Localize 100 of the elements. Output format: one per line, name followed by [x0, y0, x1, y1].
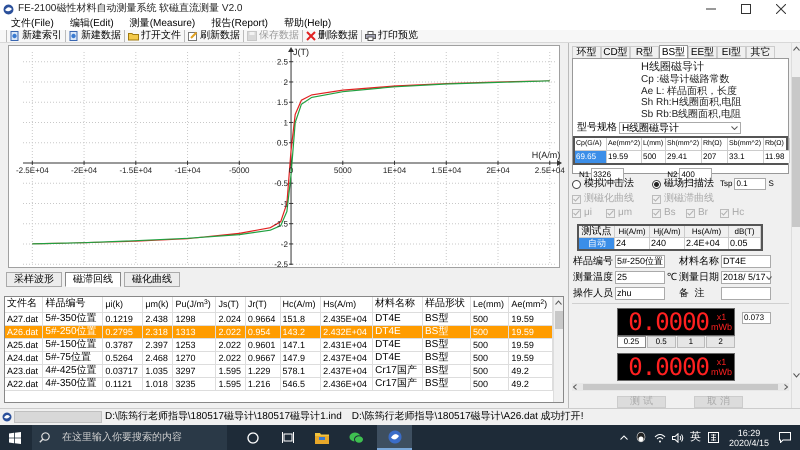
folder-icon[interactable] — [315, 432, 329, 444]
table-row[interactable]: A27.dat 5#-350位置 0.1219 2.438 1298 2.024 0.9664 151.8 2.435E+04 DT4E BS型 500 19.59 — [5, 312, 552, 325]
param-cell[interactable]: 11.98 — [764, 150, 790, 163]
model-dropdown[interactable]: H线圈磁导计 — [619, 122, 741, 134]
tab[interactable]: 磁化曲线 — [124, 272, 180, 287]
column-header[interactable]: 材料名称 — [372, 297, 422, 312]
table-row[interactable]: A22.dat 4#-350位置 0.1121 1.018 3235 1.595 1.216 546.5 2.436E+04 Cr17国产 BS型 500 49.2 — [5, 377, 552, 390]
toolbar-button[interactable]: 新建数据 — [65, 30, 124, 42]
keyboard-icon[interactable] — [708, 432, 719, 443]
input-field[interactable]: zhu — [615, 287, 665, 300]
column-header[interactable]: 文件名 — [5, 297, 43, 312]
scroll-left-icon[interactable] — [573, 384, 577, 390]
chevron-up-icon[interactable] — [620, 435, 628, 440]
toolbar-button[interactable]: 打开文件 — [124, 30, 184, 42]
param-cell[interactable]: 207 — [702, 150, 728, 163]
range-button[interactable]: 0.5 — [646, 336, 676, 348]
range-button[interactable]: 1 — [676, 336, 706, 348]
column-header[interactable]: 样品形状 — [422, 297, 470, 312]
table-row[interactable]: A24.dat 5#-75位置 0.5264 2.468 1270 2.022 0.9667 147.9 2.437E+04 DT4E BS型 500 19.59 — [5, 351, 552, 364]
app-icon — [388, 430, 402, 444]
input-field[interactable]: 0.1 — [734, 178, 766, 190]
column-header[interactable]: Hc(A/m) — [280, 297, 321, 312]
scroll-thumb[interactable] — [554, 311, 562, 329]
column-header[interactable]: 样品编号 — [42, 297, 103, 312]
table-cell: 3297 — [172, 364, 216, 377]
table-cell: 0.954 — [245, 325, 280, 338]
close-icon[interactable] — [776, 4, 786, 14]
column-header[interactable]: μm(k) — [142, 297, 173, 312]
radio-button[interactable]: 磁场扫描法 — [652, 178, 720, 190]
test-cell[interactable]: 24 — [615, 237, 650, 250]
wifi-icon[interactable] — [654, 432, 666, 442]
scroll-right-icon[interactable] — [784, 384, 788, 390]
tab[interactable]: 磁滞回线 — [65, 272, 121, 287]
toolbar-button[interactable]: 新建索引 — [6, 30, 65, 42]
scrollbar[interactable] — [791, 43, 800, 408]
toolbar-button[interactable]: 刷新数据 — [184, 30, 243, 42]
menu-item[interactable]: 测量(Measure) — [130, 18, 196, 30]
search-field[interactable]: 在这里输入你要搜索的内容 — [32, 425, 227, 450]
table-cell: A27.dat — [5, 312, 43, 325]
table-row[interactable]: A23.dat 4#-425位置 0.03717 1.035 3297 1.595 1.229 578.1 2.437E+04 Cr17国产 BS型 500 49.2 — [5, 364, 552, 377]
scroll-up-icon[interactable] — [792, 46, 800, 51]
tab[interactable]: EI型 — [717, 46, 746, 58]
tick-label: 1 — [284, 118, 288, 128]
test-cell[interactable]: 2.4E+04 — [685, 237, 729, 250]
range-button[interactable]: 0.25 — [617, 336, 646, 348]
tab[interactable]: 采样波形 — [6, 272, 62, 287]
task-view-icon[interactable] — [282, 432, 294, 443]
scrollbar[interactable] — [553, 297, 563, 402]
clock-date[interactable]: 2020/4/15 — [728, 438, 769, 448]
notification-icon[interactable] — [779, 432, 791, 443]
column-header[interactable]: Pu(J/m$^{3}$) — [172, 297, 216, 312]
tab[interactable]: EE型 — [688, 46, 717, 58]
taskbar-app-button[interactable] — [377, 425, 412, 450]
test-cell[interactable]: 240 — [650, 237, 685, 250]
table-cell: BS型 — [422, 325, 470, 338]
chat-icon[interactable] — [349, 432, 364, 444]
scroll-thumb[interactable] — [792, 77, 800, 227]
column-header[interactable]: Jr(T) — [245, 297, 280, 312]
param-cell[interactable]: 33.1 — [728, 150, 764, 163]
column-header[interactable]: Js(T) — [216, 297, 246, 312]
input-field[interactable]: DT4E — [721, 255, 771, 268]
tick-label: 1.5E+04 — [431, 166, 462, 175]
scrollbar[interactable] — [572, 383, 789, 391]
menu-item[interactable]: 报告(Report) — [211, 18, 268, 30]
toolbar-button[interactable]: 删除数据 — [302, 30, 361, 42]
input-field[interactable]: 5#-250位置 — [615, 255, 665, 268]
menu-item[interactable]: 编辑(Edit) — [70, 18, 114, 30]
column-header[interactable]: μi(k) — [102, 297, 143, 312]
test-cell[interactable]: 0.05 — [729, 237, 761, 250]
input-field[interactable]: 0.073 — [742, 312, 771, 324]
menu-item[interactable]: 文件(File) — [11, 18, 54, 30]
input-field[interactable]: 25 — [615, 271, 665, 284]
tick-label: -0.5 — [274, 179, 288, 188]
scroll-down-icon[interactable] — [792, 373, 800, 378]
input-field[interactable] — [721, 287, 771, 300]
param-cell[interactable]: 19.59 — [607, 150, 642, 163]
clock-time[interactable]: 16:29 — [738, 428, 760, 438]
tab[interactable]: 环型 — [572, 46, 601, 58]
field-label: N2 — [667, 170, 678, 178]
tab[interactable]: R型 — [630, 46, 659, 58]
tab[interactable]: CD型 — [601, 46, 630, 58]
date-dropdown[interactable]: 2018/ 5/17 — [721, 271, 771, 284]
input-method-indicator[interactable]: 英 — [690, 431, 701, 444]
scroll-thumb[interactable] — [583, 384, 778, 390]
radio-button[interactable]: 模拟冲击法 — [572, 178, 652, 190]
volume-icon[interactable] — [672, 432, 684, 442]
param-cell[interactable]: 500 — [642, 150, 666, 163]
column-header[interactable]: Hs(A/m) — [320, 297, 373, 312]
app-icon — [3, 4, 14, 14]
menu-item[interactable]: 帮助(Help) — [284, 18, 332, 30]
tab[interactable]: BS型 — [659, 45, 688, 58]
scroll-up-icon[interactable] — [555, 300, 562, 305]
toolbar-button[interactable]: 打印预览 — [361, 30, 421, 42]
maximize-icon[interactable] — [741, 4, 751, 14]
column-header[interactable]: Le(mm) — [470, 297, 509, 312]
tab[interactable]: 其它 — [746, 46, 775, 58]
table-row[interactable]: A25.dat 5#-150位置 0.3787 2.397 1253 2.022 0.9601 147.1 2.431E+04 DT4E BS型 500 19.59 — [5, 338, 552, 351]
range-button[interactable]: 2 — [706, 336, 735, 348]
windows-icon[interactable] — [9, 432, 21, 444]
param-cell[interactable]: 29.41 — [666, 150, 702, 163]
